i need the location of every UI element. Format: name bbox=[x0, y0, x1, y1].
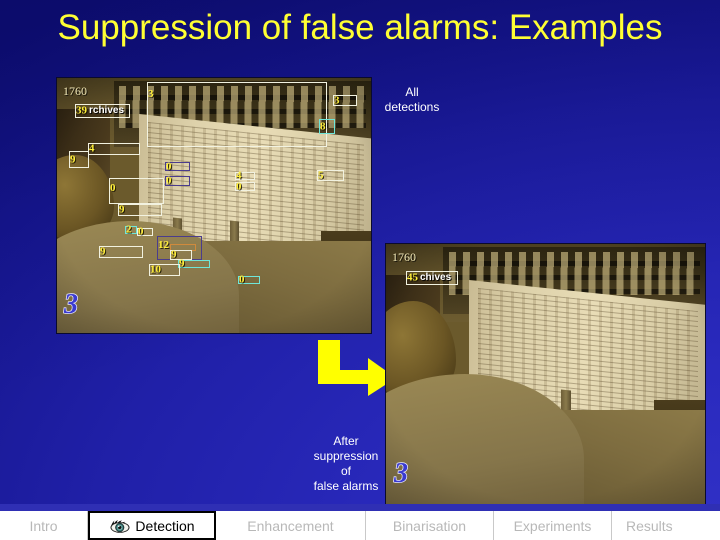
navbar-top-rule bbox=[0, 504, 720, 511]
detection-box: 0 bbox=[238, 273, 260, 286]
detection-box: 3 bbox=[147, 82, 327, 147]
tab-label: Experiments bbox=[513, 517, 592, 534]
detection-box: 39 rchives bbox=[75, 104, 130, 118]
tab-label: Intro bbox=[29, 517, 58, 534]
detection-box: 0 bbox=[137, 225, 153, 238]
presentation-slide: Suppression of false alarms: Examples 17… bbox=[0, 0, 720, 540]
detection-label: 0 bbox=[110, 182, 116, 194]
detection-label: 0 bbox=[138, 225, 144, 238]
video-frame-after-suppression: 1760 3 45 chives bbox=[385, 243, 706, 505]
video-frame-all-detections: 1760 3 39 rchives 3 3 8 9 4 0 0 0 9 4 0 … bbox=[56, 77, 372, 334]
detection-label: 3 bbox=[334, 94, 340, 106]
detection-label: 9 bbox=[171, 248, 177, 261]
broadcast-timestamp: 1760 bbox=[392, 250, 416, 264]
detection-label: 9 bbox=[119, 203, 125, 216]
tab-intro[interactable]: Intro bbox=[0, 511, 88, 540]
tab-binarisation[interactable]: Binarisation bbox=[366, 511, 494, 540]
tab-experiments[interactable]: Experiments bbox=[494, 511, 612, 540]
detection-box: 10 bbox=[149, 264, 180, 276]
tab-label: Enhancement bbox=[247, 517, 334, 534]
detection-text: chives bbox=[420, 272, 452, 283]
detection-box: 8 bbox=[319, 119, 335, 134]
broadcast-timestamp: 1760 bbox=[63, 84, 87, 98]
detection-box: 9 bbox=[178, 258, 210, 269]
detection-label: 5 bbox=[318, 169, 324, 181]
detection-box: 5 bbox=[317, 170, 344, 181]
tab-label: Binarisation bbox=[392, 517, 467, 534]
detection-label: 10 bbox=[150, 263, 161, 276]
detection-label: 9 bbox=[70, 153, 76, 165]
detection-label: 0 bbox=[236, 180, 242, 192]
detection-text: rchives bbox=[89, 105, 125, 116]
detection-box: 4 bbox=[88, 143, 140, 155]
detection-box: 9 bbox=[69, 151, 89, 168]
detection-label: 3 bbox=[148, 88, 154, 100]
detection-label: 4 bbox=[89, 142, 95, 155]
detection-box: 9 bbox=[118, 204, 162, 216]
detection-box: 0 bbox=[109, 178, 164, 204]
detection-label: 45 bbox=[407, 271, 418, 284]
detection-box: 0 bbox=[165, 174, 190, 187]
detection-box: 0 bbox=[165, 160, 190, 172]
detection-box: 0 bbox=[235, 180, 255, 192]
detection-label: 0 bbox=[166, 160, 172, 172]
tab-label: Results bbox=[626, 517, 673, 534]
tab-results[interactable]: Results bbox=[612, 511, 720, 540]
detection-box: 2 bbox=[125, 223, 137, 236]
detection-box: 9 bbox=[99, 246, 143, 258]
tab-enhancement[interactable]: Enhancement bbox=[216, 511, 366, 540]
channel-logo: 3 bbox=[63, 289, 79, 320]
tab-label: Detection bbox=[135, 517, 195, 534]
detection-label: 12 bbox=[158, 239, 169, 251]
detection-box: 45 chives bbox=[406, 271, 458, 285]
detection-box: 4 bbox=[235, 170, 255, 181]
slide-title: Suppression of false alarms: Examples bbox=[57, 8, 663, 47]
navigation-bar: Intro Detection Enhancement Binarisation… bbox=[0, 511, 720, 540]
detection-label: 0 bbox=[239, 273, 245, 286]
detection-label: 39 bbox=[76, 104, 87, 117]
detection-label: 0 bbox=[166, 174, 172, 187]
detection-label: 2 bbox=[126, 223, 132, 236]
eye-icon bbox=[110, 519, 130, 533]
caption-after-suppression: After suppression of false alarms bbox=[313, 434, 379, 493]
detection-label: 8 bbox=[320, 120, 326, 132]
caption-all-detections: All detections bbox=[384, 85, 440, 114]
detection-label: 9 bbox=[100, 245, 106, 258]
tab-detection[interactable]: Detection bbox=[88, 511, 216, 540]
